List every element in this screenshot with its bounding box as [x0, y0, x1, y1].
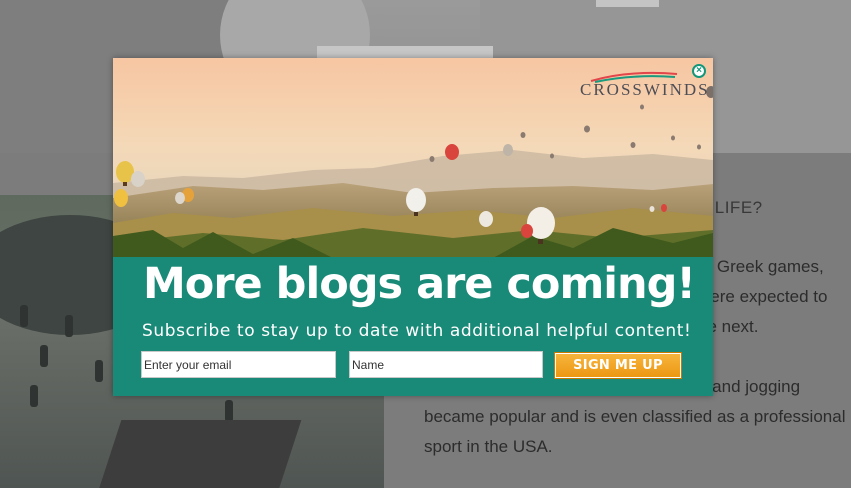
paragraph-line: became popular and is even classified as… — [424, 407, 846, 426]
photo-figure — [20, 305, 28, 327]
name-field[interactable] — [349, 351, 543, 378]
email-field[interactable] — [141, 351, 336, 378]
popup-title: More blogs are coming! — [143, 259, 696, 309]
article-paragraph: nt Greek games, were expected to ne next… — [698, 252, 827, 342]
sign-up-button[interactable]: SIGN ME UP — [554, 352, 682, 379]
photo-figure — [65, 315, 73, 337]
photo-figure — [40, 345, 48, 367]
paragraph-line: ne next. — [698, 317, 759, 336]
subscribe-popup: CROSSWINDS × More blogs are coming! Subs… — [113, 58, 713, 396]
promo-banner: More blogs are coming! Subscribe to stay… — [113, 257, 713, 396]
photo-mat — [98, 420, 302, 488]
photo-figure — [225, 400, 233, 422]
popup-subtitle: Subscribe to stay up to date with additi… — [142, 321, 692, 341]
paragraph-line: were expected to — [698, 287, 828, 306]
brand-logo: CROSSWINDS — [580, 80, 710, 99]
photo-figure — [95, 360, 103, 382]
hero-strip — [596, 0, 659, 7]
close-icon[interactable]: × — [692, 64, 706, 78]
paragraph-line: nt Greek games, — [698, 257, 824, 276]
paragraph-line: sport in the USA. — [424, 437, 553, 456]
hero-tab — [317, 46, 493, 58]
photo-figure — [30, 385, 38, 407]
